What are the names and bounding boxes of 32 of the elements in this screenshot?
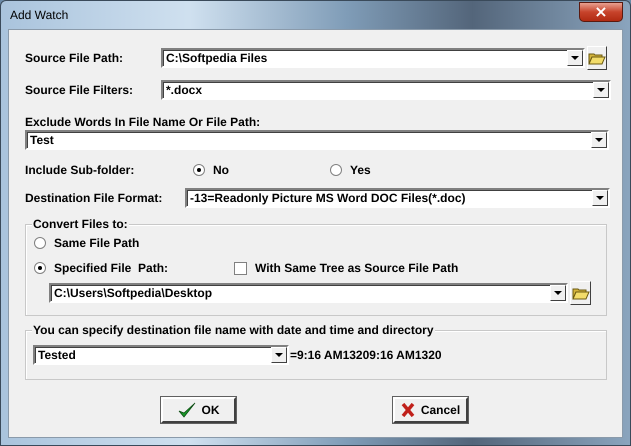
radio-icon[interactable] [193,164,205,176]
field-label: Destination File Format: [25,191,164,205]
close-button[interactable]: × [579,2,623,22]
same-tree-checkbox[interactable]: With Same Tree as Source File Path [234,261,458,275]
field-label: Source File Filters: [25,83,134,97]
radio-icon[interactable] [34,262,46,274]
radio-option[interactable]: Specified File Path: [34,261,234,275]
window-title: Add Watch [10,8,68,22]
cancel-button[interactable]: Cancel [393,397,468,423]
field-label: Include Sub-folder: [25,163,136,177]
browse-button[interactable] [570,281,591,305]
file-name-preview: =9:16 AM13209:16 AM1320 [290,348,442,362]
field-label: Exclude Words In File Name Or File Path: [25,115,260,129]
checkmark-icon [178,402,196,418]
field-label: Source File Path: [25,51,124,65]
destination-format-combo[interactable]: -13=Readonly Picture MS Word DOC Files(*.doc) [185,188,610,208]
destination-path-combo[interactable]: C:\Users\Softpedia\Desktop [49,283,568,303]
radio-icon[interactable] [330,164,342,176]
cross-icon [400,402,415,418]
radio-option[interactable]: No [193,163,330,177]
radio-icon[interactable] [34,237,46,249]
ok-button[interactable]: OK [161,397,236,423]
radio-option[interactable]: Same File Path [34,236,140,250]
radio-option[interactable]: Yes [330,163,371,177]
checkbox-icon[interactable] [234,262,247,274]
source-filters-combo[interactable]: *.docx [161,80,611,100]
group-title: You can specify destination file name with date and time and directory [32,323,435,337]
browse-button[interactable] [587,46,607,70]
source-path-combo[interactable]: C:\Softpedia Files [161,48,585,68]
exclude-words-combo[interactable]: Test [25,130,609,150]
file-name-combo[interactable]: Tested [33,345,289,365]
group-title: Convert Files to: [32,217,129,231]
